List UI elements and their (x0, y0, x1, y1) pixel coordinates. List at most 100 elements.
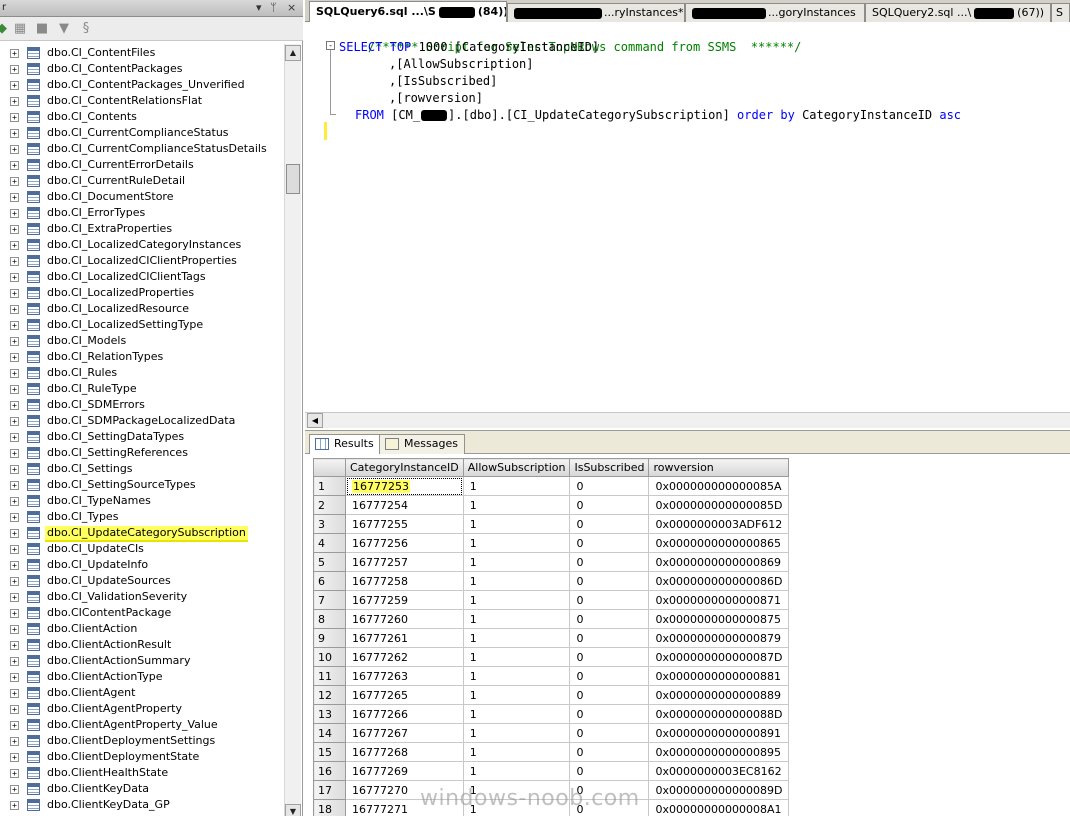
expand-icon[interactable]: + (10, 641, 19, 650)
tree-item[interactable]: + dbo.CI_ExtraProperties (0, 221, 284, 237)
expand-icon[interactable]: + (10, 129, 19, 138)
row-number[interactable]: 15 (313, 742, 346, 762)
expand-icon[interactable]: + (10, 545, 19, 554)
grid-cell[interactable]: 16777255 (345, 514, 464, 534)
expand-icon[interactable]: + (10, 305, 19, 314)
expand-icon[interactable]: + (10, 433, 19, 442)
grid-cell[interactable]: 0 (569, 666, 650, 686)
table-row[interactable]: 12 16777265 1 0 0x0000000000000889 (313, 685, 790, 705)
auto-hide-pin-icon[interactable]: ᛘ (270, 1, 277, 15)
connect-dropdown-icon[interactable]: ▦ (12, 21, 28, 37)
filter-icon[interactable]: ▼ (56, 21, 72, 37)
tree-item[interactable]: + dbo.CI_UpdateInfo (0, 557, 284, 573)
expand-icon[interactable]: + (10, 385, 19, 394)
tree-item[interactable]: + dbo.CI_LocalizedProperties (0, 285, 284, 301)
row-number[interactable]: 14 (313, 723, 346, 743)
tree-item[interactable]: + dbo.CIContentPackage (0, 605, 284, 621)
tree-item[interactable]: + dbo.CI_Contents (0, 109, 284, 125)
tree-item[interactable]: + dbo.ClientKeyData_GP (0, 797, 284, 813)
expand-icon[interactable]: + (10, 721, 19, 730)
grid-cell[interactable]: 0x000000000000086D (648, 571, 790, 591)
expand-icon[interactable]: + (10, 225, 19, 234)
grid-cell[interactable]: 0 (569, 723, 650, 743)
row-number[interactable]: 10 (313, 647, 346, 667)
tree-item[interactable]: + dbo.ClientAgentProperty_Value (0, 717, 284, 733)
tree-item[interactable]: + dbo.CI_CurrentComplianceStatusDetails (0, 141, 284, 157)
tree-item[interactable]: + dbo.CI_ContentFiles (0, 45, 284, 61)
row-number[interactable]: 6 (313, 571, 346, 591)
row-number[interactable]: 9 (313, 628, 346, 648)
grid-cell[interactable]: 1 (462, 685, 571, 705)
row-number[interactable]: 11 (313, 666, 346, 686)
refresh-icon[interactable]: § (78, 21, 94, 37)
tab-messages[interactable]: Messages (379, 434, 465, 454)
grid-cell[interactable]: 0x0000000000000869 (648, 552, 790, 572)
grid-cell[interactable]: 0 (569, 742, 650, 762)
row-number[interactable]: 17 (313, 780, 346, 800)
expand-icon[interactable]: + (10, 177, 19, 186)
grid-cell[interactable]: 0x0000000000000875 (648, 609, 790, 629)
grid-cell[interactable]: 0 (569, 628, 650, 648)
expand-icon[interactable]: + (10, 257, 19, 266)
expand-icon[interactable]: + (10, 49, 19, 58)
row-number[interactable]: 8 (313, 609, 346, 629)
scroll-thumb[interactable] (286, 164, 300, 194)
tree-item[interactable]: + dbo.CI_SDMPackageLocalizedData (0, 413, 284, 429)
tree-item[interactable]: + dbo.CI_ContentPackages (0, 61, 284, 77)
expand-icon[interactable]: + (10, 529, 19, 538)
grid-cell[interactable]: 16777256 (345, 533, 464, 553)
tab-overflow[interactable]: S (1051, 3, 1070, 22)
grid-cell[interactable]: 1 (462, 742, 571, 762)
expand-icon[interactable]: + (10, 209, 19, 218)
tree-item[interactable]: + dbo.ClientAgent (0, 685, 284, 701)
row-number[interactable]: 3 (313, 514, 346, 534)
table-row[interactable]: 11 16777263 1 0 0x0000000000000881 (313, 666, 790, 686)
grid-cell[interactable]: 0x0000000000000891 (648, 723, 790, 743)
scroll-left-icon[interactable]: ◀ (307, 413, 323, 428)
table-row[interactable]: 9 16777261 1 0 0x0000000000000879 (313, 628, 790, 648)
expand-icon[interactable]: + (10, 97, 19, 106)
row-number[interactable]: 12 (313, 685, 346, 705)
expand-icon[interactable]: + (10, 753, 19, 762)
tree-item[interactable]: + dbo.ClientDeploymentSettings (0, 733, 284, 749)
tree-item[interactable]: + dbo.CI_DocumentStore (0, 189, 284, 205)
expand-icon[interactable]: + (10, 561, 19, 570)
tree-item[interactable]: + dbo.CI_LocalizedResource (0, 301, 284, 317)
grid-cell[interactable]: 0 (569, 476, 650, 496)
tree-item[interactable]: + dbo.CI_CurrentComplianceStatus (0, 125, 284, 141)
grid-cell[interactable]: 0 (569, 495, 650, 515)
grid-cell[interactable]: 1 (462, 552, 571, 572)
grid-cell[interactable]: 1 (462, 761, 571, 781)
grid-cell[interactable]: 0 (569, 761, 650, 781)
expand-icon[interactable]: + (10, 593, 19, 602)
grid-cell[interactable]: 0x0000000003EC8162 (648, 761, 790, 781)
tree-item[interactable]: + dbo.CI_Settings (0, 461, 284, 477)
expand-icon[interactable]: + (10, 481, 19, 490)
tab-sqlquery2[interactable]: SQLQuery2.sql ...\ (67)) (865, 3, 1051, 22)
expand-icon[interactable]: + (10, 321, 19, 330)
row-number[interactable]: 13 (313, 704, 346, 724)
grid-cell[interactable]: 0x0000000000000889 (648, 685, 790, 705)
grid-cell[interactable]: 1 (462, 723, 571, 743)
grid-cell[interactable]: 1 (462, 704, 571, 724)
grid-cell[interactable]: 0x00000000000008A1 (648, 799, 790, 816)
expand-icon[interactable]: + (10, 673, 19, 682)
expand-icon[interactable]: + (10, 193, 19, 202)
tree-item[interactable]: + dbo.CI_UpdateSources (0, 573, 284, 589)
expand-icon[interactable]: + (10, 353, 19, 362)
tree-item[interactable]: + dbo.ClientHealthState (0, 765, 284, 781)
grid-cell[interactable]: 1 (462, 590, 571, 610)
tree-item[interactable]: + dbo.CI_SDMErrors (0, 397, 284, 413)
grid-cell[interactable]: 16777257 (345, 552, 464, 572)
expand-icon[interactable]: + (10, 705, 19, 714)
grid-cell[interactable]: 0x0000000000000865 (648, 533, 790, 553)
grid-cell[interactable]: 0x000000000000089D (648, 780, 790, 800)
row-number[interactable]: 5 (313, 552, 346, 572)
grid-cell[interactable]: 16777260 (345, 609, 464, 629)
scroll-up-icon[interactable]: ▲ (285, 45, 301, 61)
grid-cell[interactable]: 0x0000000003ADF612 (648, 514, 790, 534)
tab-ryinstances[interactable]: ...ryInstances* (507, 3, 685, 22)
table-row[interactable]: 15 16777268 1 0 0x0000000000000895 (313, 742, 790, 762)
grid-cell[interactable]: 16777263 (345, 666, 464, 686)
tree-item[interactable]: + dbo.ClientActionType (0, 669, 284, 685)
